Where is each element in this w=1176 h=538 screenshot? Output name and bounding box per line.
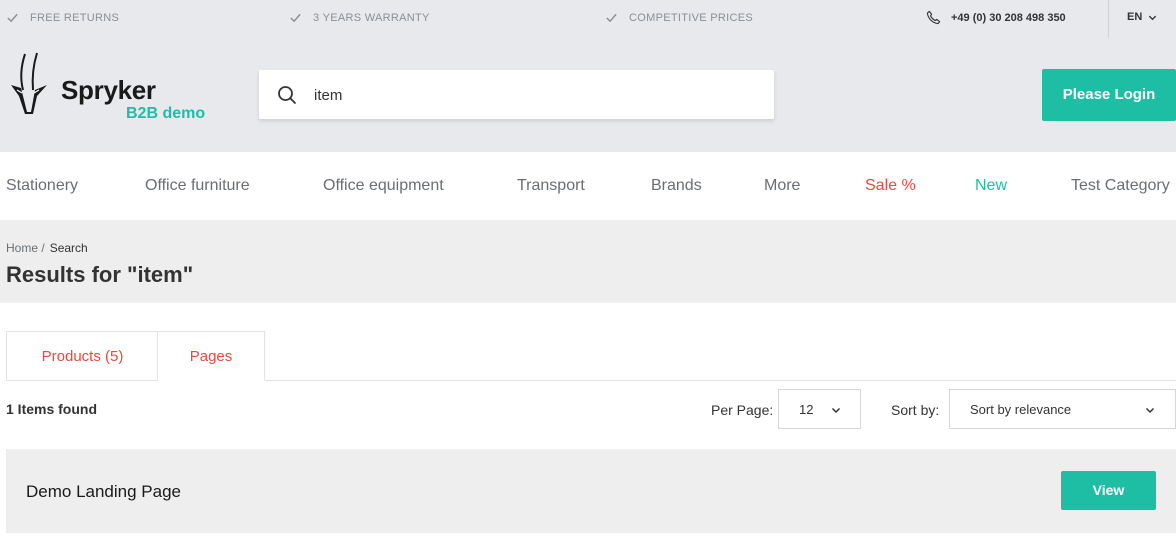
sort-select[interactable]: Sort by relevance: [949, 389, 1176, 429]
usp-warranty: 3 YEARS WARRANTY: [289, 11, 430, 24]
divider: [1108, 0, 1109, 38]
logo-name[interactable]: Spryker: [61, 75, 156, 106]
items-found-count: 1 Items found: [6, 401, 98, 417]
phone-icon: [926, 10, 941, 25]
nav-item-office-equipment[interactable]: Office equipment: [323, 177, 444, 195]
usp-competitive-prices: COMPETITIVE PRICES: [605, 11, 753, 24]
nav-item-transport[interactable]: Transport: [517, 177, 585, 195]
chevron-down-icon: [831, 407, 841, 414]
check-icon: [7, 13, 18, 23]
breadcrumb: Home / Search: [6, 241, 88, 255]
logo-subtitle: B2B demo: [126, 105, 206, 122]
tab-pages[interactable]: Pages: [157, 331, 265, 381]
view-button[interactable]: View: [1061, 471, 1156, 510]
phone-label: +49 (0) 30 208 498 350: [951, 11, 1066, 24]
nav-item-test-category[interactable]: Test Category: [1071, 177, 1170, 195]
per-page-label: Per Page:: [711, 402, 774, 418]
chevron-down-icon: [1149, 15, 1157, 20]
tab-products[interactable]: Products (5): [6, 331, 158, 381]
nav-item-stationery[interactable]: Stationery: [6, 177, 78, 195]
breadcrumb-home[interactable]: Home /: [6, 241, 45, 255]
usp-free-returns: FREE RETURNS: [6, 11, 119, 24]
login-button[interactable]: Please Login: [1042, 69, 1176, 121]
page-header: Home / Search Results for "item": [0, 220, 1176, 303]
result-title[interactable]: Demo Landing Page: [26, 482, 181, 502]
search-icon[interactable]: [277, 85, 297, 105]
main-navigation: Stationery Office furniture Office equip…: [0, 152, 1176, 220]
sort-value: Sort by relevance: [970, 402, 1072, 417]
check-icon: [290, 13, 301, 23]
per-page-value: 12: [799, 402, 814, 417]
nav-item-sale[interactable]: Sale %: [865, 177, 916, 195]
usp-label: FREE RETURNS: [30, 11, 120, 24]
top-bar: FREE RETURNS 3 YEARS WARRANTY COMPETITIV…: [0, 0, 1176, 38]
search-input[interactable]: [314, 82, 754, 108]
check-icon: [606, 13, 617, 23]
list-item: Demo Landing Page View: [6, 449, 1176, 533]
nav-item-brands[interactable]: Brands: [651, 177, 702, 195]
nav-item-office-furniture[interactable]: Office furniture: [145, 177, 250, 195]
language-selector[interactable]: EN: [1127, 11, 1157, 23]
nav-item-more[interactable]: More: [764, 177, 800, 195]
usp-label: COMPETITIVE PRICES: [629, 11, 753, 24]
page-title: Results for "item": [6, 262, 194, 287]
header: Spryker B2B demo Please Login: [0, 38, 1176, 152]
sort-label: Sort by:: [891, 402, 940, 418]
per-page-select[interactable]: 12: [778, 389, 861, 429]
nav-item-new[interactable]: New: [975, 177, 1007, 195]
antelope-logo-icon[interactable]: [5, 52, 51, 118]
phone-number[interactable]: +49 (0) 30 208 498 350: [926, 10, 1066, 25]
chevron-down-icon: [1145, 407, 1155, 414]
usp-label: 3 YEARS WARRANTY: [313, 11, 430, 24]
breadcrumb-current: Search: [49, 241, 88, 255]
search-bar[interactable]: [259, 70, 774, 119]
language-label: EN: [1127, 11, 1143, 23]
